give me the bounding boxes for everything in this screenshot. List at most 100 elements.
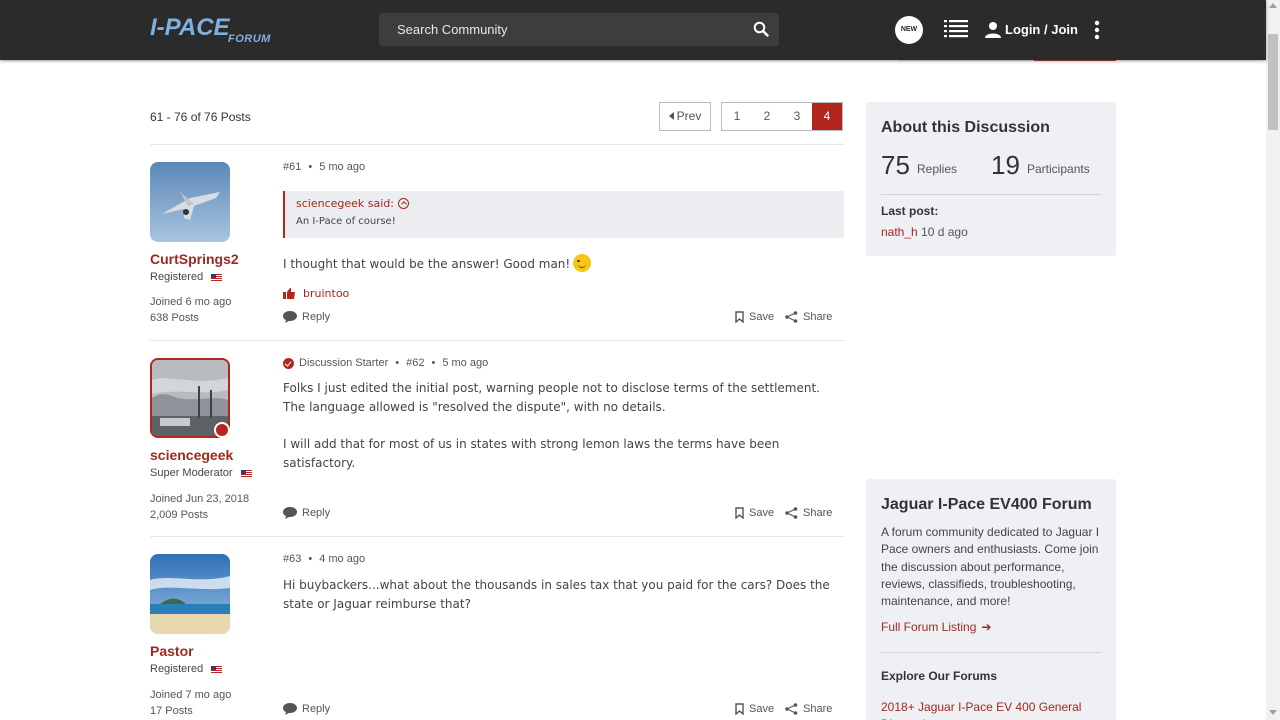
role-label: Super Moderator bbox=[150, 467, 233, 479]
liked-by-user[interactable]: bruintoo bbox=[303, 287, 349, 300]
us-flag-icon bbox=[211, 273, 223, 281]
save-label: Save bbox=[749, 507, 775, 519]
scroll-down-icon[interactable] bbox=[1269, 710, 1277, 715]
prev-page-button[interactable]: Prev bbox=[659, 102, 711, 131]
user-role: Registered bbox=[150, 271, 223, 283]
page-3-button[interactable]: 3 bbox=[782, 103, 812, 130]
joined-date: Joined Jun 23, 2018 bbox=[150, 493, 250, 505]
share-label: Share bbox=[803, 311, 833, 323]
search-input[interactable] bbox=[379, 13, 739, 46]
last-post-user[interactable]: nath_h bbox=[881, 225, 918, 239]
divider bbox=[150, 144, 844, 145]
post-time[interactable]: 5 mo ago bbox=[319, 161, 365, 173]
post-paragraph: I will add that for most of us in states… bbox=[283, 437, 780, 470]
share-label: Share bbox=[803, 507, 833, 519]
separator-dot: • bbox=[431, 357, 436, 369]
divider bbox=[150, 536, 844, 537]
scroll-up-icon[interactable] bbox=[1269, 3, 1277, 8]
joined-date: Joined 7 mo ago bbox=[150, 689, 232, 701]
page-1-button[interactable]: 1 bbox=[722, 103, 752, 130]
reply-button[interactable]: Reply bbox=[283, 311, 330, 323]
reply-icon bbox=[283, 311, 297, 323]
participants-label: Participants bbox=[1027, 162, 1090, 176]
save-button[interactable]: Save bbox=[735, 311, 774, 323]
share-icon bbox=[785, 703, 798, 715]
user-icon bbox=[985, 22, 1001, 38]
bookmark-icon bbox=[735, 507, 744, 519]
login-label: Login / Join bbox=[1005, 22, 1078, 37]
forum-link[interactable]: 2018+ Jaguar I-Pace EV 400 General Discu… bbox=[881, 699, 1101, 720]
explore-forums-title: Explore Our Forums bbox=[881, 669, 998, 683]
separator-dot: • bbox=[308, 161, 313, 173]
quote-author-label: sciencegeek said: bbox=[296, 197, 394, 210]
reply-label: Reply bbox=[302, 703, 331, 715]
post-paragraph: Folks I just edited the initial post, wa… bbox=[283, 381, 820, 414]
reply-icon bbox=[283, 703, 297, 715]
share-button[interactable]: Share bbox=[785, 507, 832, 519]
post-number[interactable]: #62 bbox=[406, 357, 424, 369]
post-total: 17 Posts bbox=[150, 705, 193, 717]
post-time[interactable]: 5 mo ago bbox=[442, 357, 488, 369]
bookmark-icon bbox=[735, 311, 744, 323]
username[interactable]: sciencegeek bbox=[150, 447, 233, 463]
avatar-image bbox=[150, 162, 230, 242]
moderator-badge-icon bbox=[214, 422, 230, 438]
list-icon[interactable] bbox=[944, 19, 968, 41]
check-circle-icon bbox=[283, 357, 294, 369]
reply-button[interactable]: Reply bbox=[283, 507, 330, 519]
quote-author[interactable]: sciencegeek said: bbox=[296, 197, 833, 210]
last-post-time: 10 d ago bbox=[921, 225, 968, 239]
arrow-right-icon: ➔ bbox=[981, 620, 992, 634]
share-button[interactable]: Share bbox=[785, 703, 832, 715]
login-join-button[interactable]: Login / Join bbox=[985, 21, 1078, 38]
avatar[interactable] bbox=[150, 162, 230, 242]
post-body: Hi buybackers...what about the thousands… bbox=[283, 576, 843, 614]
forum-description: A forum community dedicated to Jaguar I … bbox=[881, 525, 1100, 609]
quote-text: An I-Pace of course! bbox=[296, 216, 396, 227]
reply-label: Reply bbox=[302, 311, 331, 323]
post-text: I thought that would be the answer! Good… bbox=[283, 257, 571, 271]
us-flag-icon bbox=[240, 469, 252, 477]
post-total: 2,009 Posts bbox=[150, 509, 209, 521]
prev-label: Prev bbox=[676, 109, 702, 123]
separator-dot: • bbox=[395, 357, 400, 369]
caret-left-icon bbox=[668, 112, 674, 120]
reply-icon bbox=[283, 507, 297, 519]
post-number[interactable]: #61 bbox=[283, 161, 301, 173]
share-button[interactable]: Share bbox=[785, 311, 832, 323]
role-label: Registered bbox=[150, 663, 204, 675]
wink-emoji-icon bbox=[573, 254, 592, 272]
user-stats: Joined 6 mo ago 638 Posts bbox=[150, 294, 231, 326]
page-2-button[interactable]: 2 bbox=[752, 103, 782, 130]
joined-date: Joined 6 mo ago bbox=[150, 296, 232, 308]
site-logo[interactable]: I-PACE FORUM bbox=[150, 14, 276, 46]
likes: bruintoo bbox=[283, 287, 349, 300]
reply-button[interactable]: Reply bbox=[283, 703, 330, 715]
replies-count: 75 bbox=[881, 150, 910, 180]
avatar[interactable] bbox=[150, 554, 230, 634]
search-icon[interactable] bbox=[753, 21, 769, 37]
last-post-label: Last post: bbox=[881, 204, 939, 218]
username[interactable]: CurtSprings2 bbox=[150, 251, 239, 267]
post-count: 61 - 76 of 76 Posts bbox=[150, 110, 251, 124]
new-posts-icon[interactable]: NEW bbox=[895, 16, 923, 44]
post-body: Folks I just edited the initial post, wa… bbox=[283, 379, 843, 473]
full-forum-listing-link[interactable]: Full Forum Listing ➔ bbox=[881, 620, 991, 634]
post-time[interactable]: 4 mo ago bbox=[319, 553, 365, 565]
page-4-button[interactable]: 4 bbox=[812, 103, 842, 130]
save-button[interactable]: Save bbox=[735, 703, 774, 715]
arrow-up-circle-icon[interactable] bbox=[398, 198, 409, 209]
more-options-icon[interactable] bbox=[1094, 20, 1100, 40]
post-body: I thought that would be the answer! Good… bbox=[283, 254, 843, 274]
post-number[interactable]: #63 bbox=[283, 553, 301, 565]
avatar-image bbox=[150, 554, 230, 634]
user-role: Registered bbox=[150, 663, 223, 675]
save-label: Save bbox=[749, 311, 775, 323]
username[interactable]: Pastor bbox=[150, 643, 194, 659]
scrollbar-thumb[interactable] bbox=[1268, 34, 1278, 130]
us-flag-icon bbox=[211, 665, 223, 673]
pagination: 1 2 3 4 bbox=[721, 102, 843, 131]
save-button[interactable]: Save bbox=[735, 507, 774, 519]
user-stats: Joined 7 mo ago 17 Posts bbox=[150, 687, 231, 719]
page-scrollbar[interactable] bbox=[1266, 0, 1280, 720]
